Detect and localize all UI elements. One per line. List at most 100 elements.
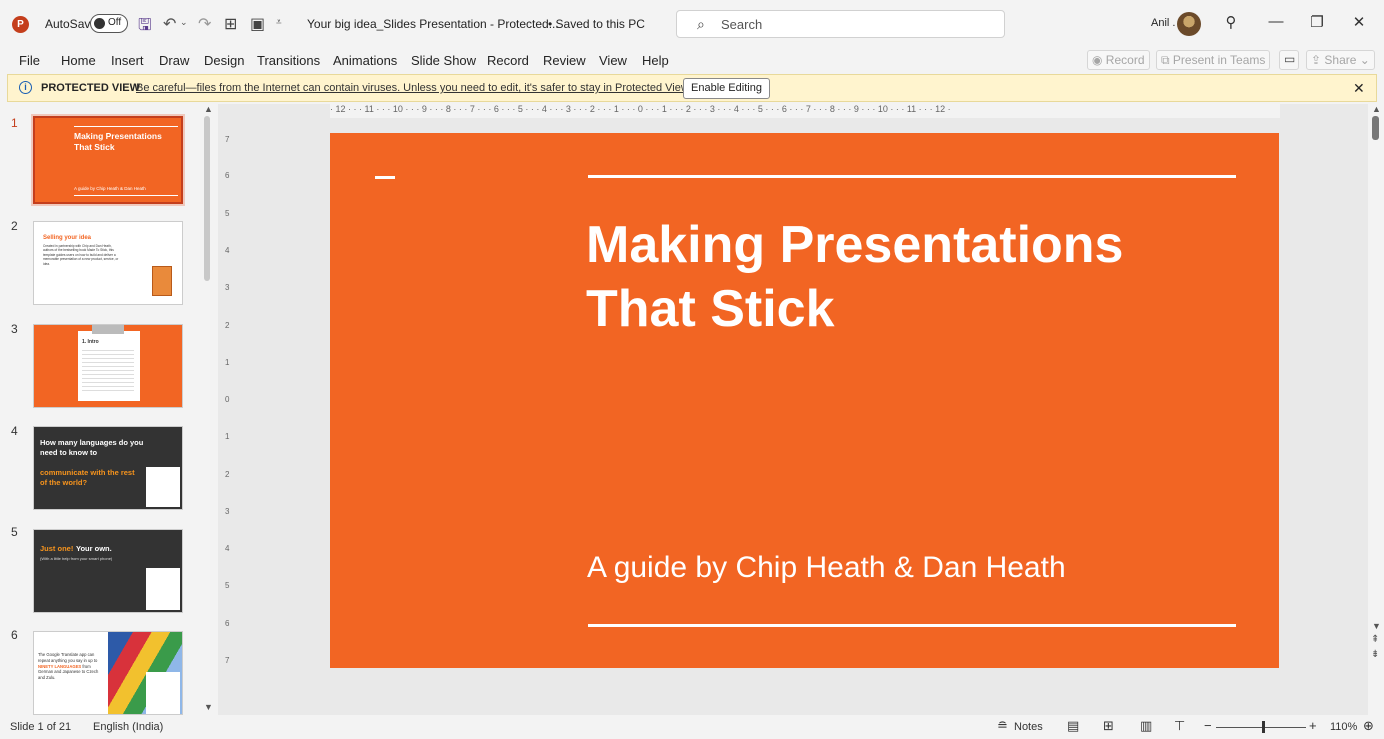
thumb-number: 4 bbox=[11, 424, 18, 438]
restore-icon[interactable]: ❐ bbox=[1307, 13, 1327, 31]
fit-to-window-icon[interactable]: ⊕ bbox=[1363, 718, 1374, 734]
user-name[interactable]: Anil . bbox=[1151, 17, 1175, 29]
ruler-tick: 6 bbox=[225, 619, 230, 628]
slide-bottom-rule bbox=[588, 624, 1236, 627]
close-icon[interactable]: ✕ bbox=[1349, 13, 1369, 31]
avatar[interactable] bbox=[1177, 12, 1201, 36]
slide-title[interactable]: Making Presentations That Stick bbox=[586, 213, 1226, 341]
zoom-level[interactable]: 110% bbox=[1330, 721, 1357, 733]
thumbnail-slide-5[interactable]: Just one! Your own. (With a little help … bbox=[33, 529, 183, 613]
customize-qat-icon[interactable]: ⩡ bbox=[276, 17, 282, 28]
thumbnail-slide-1[interactable]: Making Presentations That Stick A guide … bbox=[31, 114, 185, 206]
save-icon[interactable]: 🖫 bbox=[138, 14, 152, 41]
thumb-number: 1 bbox=[11, 116, 18, 130]
ruler-tick: 7 bbox=[225, 656, 230, 665]
reading-view-icon[interactable]: ▥ bbox=[1140, 718, 1152, 734]
scroll-up-icon[interactable]: ▲ bbox=[1372, 104, 1381, 114]
thumb-clip bbox=[92, 325, 124, 334]
horizontal-ruler: · 12 · · · 11 · · · 10 · · · 9 · · · 8 ·… bbox=[330, 104, 1280, 118]
search-box[interactable]: ⌕ Search bbox=[676, 10, 1005, 38]
minimize-icon[interactable]: — bbox=[1266, 13, 1286, 30]
thumb-number: 2 bbox=[11, 219, 18, 233]
protected-view-title: PROTECTED VIEW bbox=[41, 82, 141, 94]
thumbnail-slide-3[interactable]: 1. Intro bbox=[33, 324, 183, 408]
lightbulb-icon[interactable]: ⚲ bbox=[1221, 13, 1241, 31]
language-indicator[interactable]: English (India) bbox=[93, 721, 163, 733]
ruler-tick: 3 bbox=[225, 507, 230, 516]
ruler-tick: 2 bbox=[225, 470, 230, 479]
next-slide-icon[interactable]: ⇟ bbox=[1371, 649, 1379, 660]
zoom-out-icon[interactable]: − bbox=[1204, 718, 1212, 733]
current-slide[interactable]: Making Presentations That Stick A guide … bbox=[330, 133, 1279, 668]
comments-icon[interactable]: ▭ bbox=[1279, 50, 1299, 70]
presenter-icon[interactable]: ⊞ bbox=[224, 14, 237, 34]
tab-design[interactable]: Design bbox=[204, 53, 244, 68]
ruler-tick: 6 bbox=[225, 171, 230, 180]
thumb-subtitle: (With a little help from your smart phon… bbox=[40, 556, 113, 561]
thumb-note-card bbox=[146, 467, 180, 507]
search-icon: ⌕ bbox=[697, 16, 705, 32]
normal-view-icon[interactable]: ▤ bbox=[1067, 718, 1079, 734]
undo-icon[interactable]: ↶ bbox=[163, 14, 176, 34]
status-bar: Slide 1 of 21 English (India) ≘ Notes ▤ … bbox=[0, 715, 1384, 739]
scroll-down-icon[interactable]: ▼ bbox=[204, 702, 213, 712]
scroll-up-icon[interactable]: ▲ bbox=[204, 104, 213, 114]
document-title[interactable]: Your big idea_Slides Presentation - Prot… bbox=[307, 17, 559, 31]
notes-icon[interactable]: ≘ bbox=[997, 718, 1008, 734]
tab-draw[interactable]: Draw bbox=[159, 53, 189, 68]
redo-icon[interactable]: ↷ bbox=[198, 14, 211, 34]
scroll-down-icon[interactable]: ▼ bbox=[1372, 621, 1381, 631]
close-icon[interactable]: ✕ bbox=[1353, 80, 1365, 97]
tab-slide-show[interactable]: Slide Show bbox=[411, 53, 476, 68]
thumb-line bbox=[74, 126, 178, 127]
protected-view-message[interactable]: Be careful—files from the Internet can c… bbox=[136, 82, 691, 94]
slideshow-icon[interactable]: ▣ bbox=[250, 14, 265, 34]
slide-subtitle[interactable]: A guide by Chip Heath & Dan Heath bbox=[587, 551, 1066, 585]
slide-sorter-icon[interactable]: ⊞ bbox=[1103, 718, 1114, 734]
tab-animations[interactable]: Animations bbox=[333, 53, 397, 68]
thumbnail-slide-6[interactable]: The Google Translate app can repeat anyt… bbox=[33, 631, 183, 715]
notes-button[interactable]: Notes bbox=[1014, 721, 1043, 733]
thumb-subtitle: A guide by Chip Heath & Dan Heath bbox=[74, 186, 146, 191]
record-button[interactable]: ◉ Record bbox=[1087, 50, 1150, 70]
ruler-tick: 0 bbox=[225, 395, 230, 404]
slide-thumbnails-pane[interactable]: 1 Making Presentations That Stick A guid… bbox=[0, 104, 218, 715]
slide-top-rule bbox=[588, 175, 1236, 178]
info-icon: i bbox=[19, 81, 32, 94]
powerpoint-icon: P bbox=[12, 16, 29, 33]
zoom-slider[interactable] bbox=[1216, 727, 1306, 728]
tab-home[interactable]: Home bbox=[61, 53, 96, 68]
book-cover-image bbox=[152, 266, 172, 296]
enable-editing-button[interactable]: Enable Editing bbox=[683, 78, 770, 99]
tab-view[interactable]: View bbox=[599, 53, 627, 68]
tab-record[interactable]: Record bbox=[487, 53, 529, 68]
tab-insert[interactable]: Insert bbox=[111, 53, 144, 68]
thumb-body-highlight: NINETY LANGUAGES bbox=[38, 663, 82, 669]
thumbnail-scrollbar[interactable] bbox=[204, 116, 210, 281]
thumb-number: 6 bbox=[11, 628, 18, 642]
thumb-line bbox=[74, 195, 178, 196]
tab-file[interactable]: File bbox=[19, 53, 40, 68]
slide-accent-dash bbox=[375, 176, 395, 179]
slideshow-icon[interactable]: ⊤ bbox=[1174, 718, 1185, 734]
share-button[interactable]: ⇪ Share ⌄ bbox=[1306, 50, 1375, 70]
tab-transitions[interactable]: Transitions bbox=[257, 53, 320, 68]
ruler-tick: 4 bbox=[225, 246, 230, 255]
tab-review[interactable]: Review bbox=[543, 53, 586, 68]
ruler-tick: 3 bbox=[225, 283, 230, 292]
undo-dropdown-icon[interactable]: ⌄ bbox=[180, 17, 188, 28]
previous-slide-icon[interactable]: ⇞ bbox=[1371, 634, 1379, 645]
thumbnail-slide-2[interactable]: Selling your idea Created in partnership… bbox=[33, 221, 183, 305]
thumb-title: Selling your idea bbox=[43, 235, 92, 241]
thumbnail-slide-4[interactable]: How many languages do you need to know t… bbox=[33, 426, 183, 510]
thumb-title-highlight: communicate with the rest of the world? bbox=[40, 468, 135, 487]
tab-help[interactable]: Help bbox=[642, 53, 669, 68]
zoom-slider-thumb[interactable] bbox=[1262, 721, 1265, 733]
thumb-title: 1. Intro bbox=[82, 339, 99, 345]
autosave-toggle[interactable]: Off bbox=[90, 14, 128, 33]
zoom-in-icon[interactable]: + bbox=[1309, 718, 1317, 733]
editor-scrollbar[interactable]: ▲ ▼ ⇞ ⇟ bbox=[1368, 104, 1384, 715]
autosave-state: Off bbox=[108, 17, 122, 28]
scrollbar-thumb[interactable] bbox=[1372, 116, 1379, 140]
present-in-teams-button[interactable]: ⧉ Present in Teams bbox=[1156, 50, 1271, 70]
